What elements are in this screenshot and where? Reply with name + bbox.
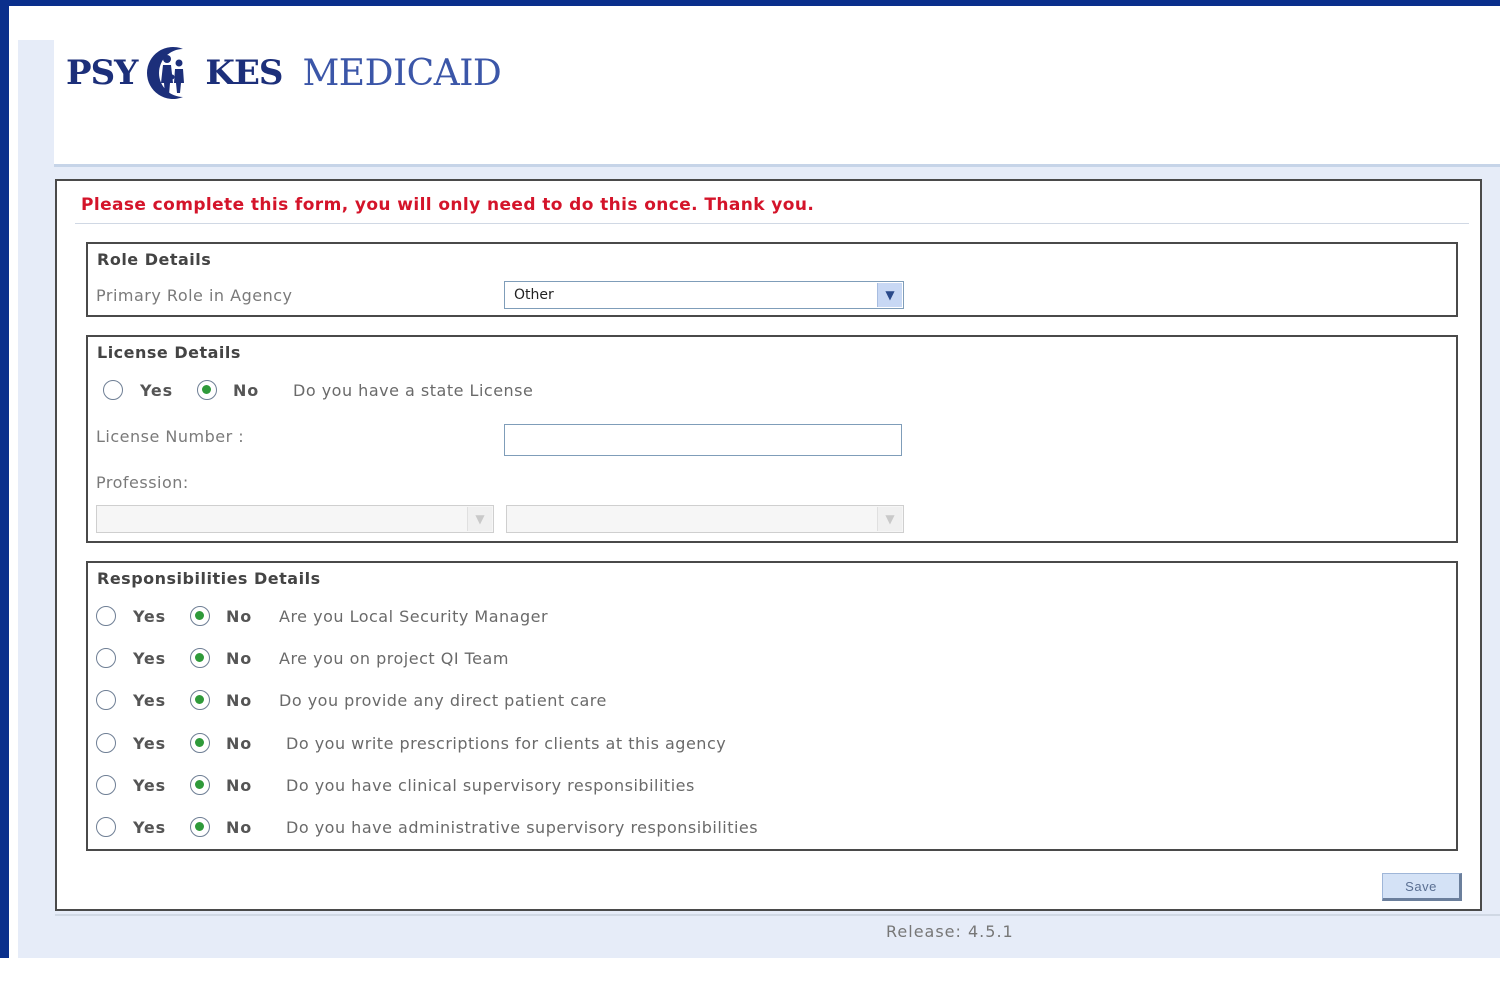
no-label: No <box>226 734 252 753</box>
responsibility-yes-radio[interactable] <box>96 817 116 837</box>
profession-select[interactable]: ▼ <box>506 505 904 533</box>
yes-label: Yes <box>133 734 166 753</box>
no-label: No <box>226 607 252 626</box>
responsibility-question: Do you write prescriptions for clients a… <box>286 734 727 753</box>
yes-label: Yes <box>133 691 166 710</box>
yes-label: Yes <box>133 649 166 668</box>
responsibility-row: Yes No Do you have clinical supervisory … <box>88 772 1388 800</box>
no-label: No <box>226 649 252 668</box>
form-instructions: Please complete this form, you will only… <box>81 195 815 215</box>
responsibility-question: Do you provide any direct patient care <box>279 691 607 710</box>
role-details-section: Role Details Primary Role in Agency Othe… <box>86 242 1458 317</box>
license-number-label: License Number : <box>96 427 245 446</box>
profession-label: Profession: <box>96 473 189 492</box>
no-label: No <box>226 818 252 837</box>
footer-divider <box>55 914 1500 916</box>
section-title: Responsibilities Details <box>97 569 321 588</box>
responsibility-yes-radio[interactable] <box>96 733 116 753</box>
yes-label: Yes <box>133 607 166 626</box>
responsibility-no-radio[interactable] <box>190 733 210 753</box>
responsibility-question: Do you have clinical supervisory respons… <box>286 776 695 795</box>
logo-text-psy: PSY <box>66 53 138 93</box>
license-number-input[interactable] <box>504 424 902 456</box>
license-question: Do you have a state License <box>293 381 534 400</box>
responsibility-yes-radio[interactable] <box>96 606 116 626</box>
user-profile-form: Please complete this form, you will only… <box>55 179 1482 911</box>
logo-text-medicaid: MEDICAID <box>302 52 502 94</box>
responsibility-yes-radio[interactable] <box>96 648 116 668</box>
responsibility-row: Yes No Do you provide any direct patient… <box>88 687 1388 715</box>
yes-label: Yes <box>133 818 166 837</box>
window-frame-bottom <box>0 958 1500 985</box>
primary-role-select[interactable]: Other ▼ <box>504 281 904 309</box>
window-frame-left <box>0 0 9 985</box>
family-emblem-icon <box>147 47 185 99</box>
save-button[interactable]: Save <box>1382 873 1462 901</box>
logo-text-kes: KES <box>205 53 283 93</box>
no-label: No <box>233 381 259 400</box>
responsibility-no-radio[interactable] <box>190 648 210 668</box>
responsibility-row: Yes No Do you write prescriptions for cl… <box>88 730 1388 758</box>
instructions-divider <box>75 223 1469 224</box>
responsibilities-details-section: Responsibilities Details Yes No Are you … <box>86 561 1458 851</box>
psyckes-medicaid-logo: PSY KES MEDICAID <box>66 40 502 106</box>
responsibility-no-radio[interactable] <box>190 690 210 710</box>
chevron-down-icon[interactable]: ▼ <box>467 507 492 531</box>
license-details-section: License Details Yes No Do you have a sta… <box>86 335 1458 543</box>
license-yes-radio[interactable] <box>103 380 123 400</box>
responsibility-question: Do you have administrative supervisory r… <box>286 818 759 837</box>
responsibility-yes-radio[interactable] <box>96 775 116 795</box>
responsibility-question: Are you on project QI Team <box>279 649 509 668</box>
section-title: License Details <box>97 343 241 362</box>
no-label: No <box>226 691 252 710</box>
license-no-radio[interactable] <box>197 380 217 400</box>
section-title: Role Details <box>97 250 212 269</box>
responsibility-row: Yes No Do you have administrative superv… <box>88 814 1388 842</box>
primary-role-label: Primary Role in Agency <box>96 286 293 305</box>
yes-label: Yes <box>133 776 166 795</box>
release-version: Release: 4.5.1 <box>886 922 1014 941</box>
yes-label: Yes <box>140 381 173 400</box>
primary-role-value: Other <box>514 287 554 303</box>
responsibility-row: Yes No Are you Local Security Manager <box>88 603 1388 631</box>
responsibility-no-radio[interactable] <box>190 606 210 626</box>
profession-category-select[interactable]: ▼ <box>96 505 494 533</box>
responsibility-row: Yes No Are you on project QI Team <box>88 645 1388 673</box>
responsibility-question: Are you Local Security Manager <box>279 607 549 626</box>
header-divider <box>54 164 1500 167</box>
responsibility-no-radio[interactable] <box>190 817 210 837</box>
responsibility-yes-radio[interactable] <box>96 690 116 710</box>
chevron-down-icon[interactable]: ▼ <box>877 283 902 307</box>
responsibility-no-radio[interactable] <box>190 775 210 795</box>
chevron-down-icon[interactable]: ▼ <box>877 507 902 531</box>
no-label: No <box>226 776 252 795</box>
license-question-row: Yes No Do you have a state License <box>88 377 1388 405</box>
